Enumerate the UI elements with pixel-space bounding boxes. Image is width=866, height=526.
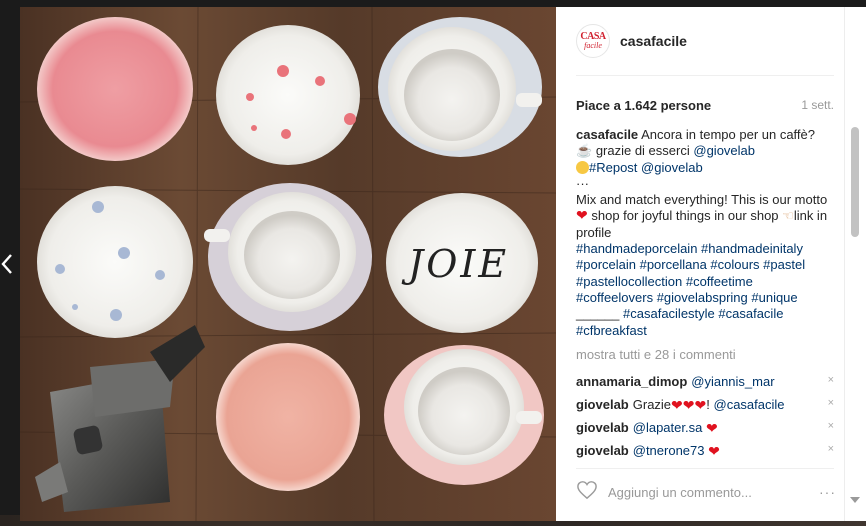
caption-hashtags[interactable]: #cfbreakfast xyxy=(576,323,838,339)
previous-post-button[interactable] xyxy=(0,252,14,276)
caption-hashtags[interactable]: #pastellocollection #coffeetime xyxy=(576,274,838,290)
close-icon[interactable]: × xyxy=(828,420,834,432)
pointing-hand-icon: ☜ xyxy=(782,208,794,224)
caption-hashtags[interactable]: #casafacilestyle #casafacile xyxy=(623,306,783,321)
comment-username[interactable]: annamaria_dimop xyxy=(576,374,687,389)
comment-row: giovelab @lapater.sa ❤ × xyxy=(576,416,836,439)
post-photo-illustration: JOIE xyxy=(20,7,556,521)
divider xyxy=(576,468,834,469)
red-heart-icon: ❤❤❤ xyxy=(671,396,707,413)
comment-username[interactable]: giovelab xyxy=(576,443,629,458)
red-heart-icon: ❤ xyxy=(705,419,718,436)
scrollbar-thumb[interactable] xyxy=(851,127,859,237)
photo-joie-text: JOIE xyxy=(401,242,509,286)
post-header: CASA facile casafacile xyxy=(576,23,828,59)
comment-mention[interactable]: @lapater.sa xyxy=(633,420,703,435)
comment-text: Grazie xyxy=(632,397,672,412)
comment-mention[interactable]: @yiannis_mar xyxy=(691,374,774,389)
comment-bar: ··· xyxy=(576,479,836,505)
red-heart-icon: ❤ xyxy=(576,207,588,224)
smile-icon xyxy=(576,160,589,174)
post-age[interactable]: 1 sett. xyxy=(801,98,834,112)
comment-text: ! xyxy=(706,397,710,412)
comment-input[interactable] xyxy=(608,484,798,500)
chevron-left-icon xyxy=(1,254,12,274)
caption-line1: Ancora in tempo per un caffè? xyxy=(641,127,816,142)
comment-username[interactable]: giovelab xyxy=(576,397,629,412)
caption-repost-tag[interactable]: #Repost xyxy=(589,160,637,175)
caption-mention[interactable]: @giovelab xyxy=(641,160,703,175)
close-icon[interactable]: × xyxy=(828,397,834,409)
show-all-comments-link[interactable]: mostra tutti e 28 i commenti xyxy=(576,347,736,362)
comment-row: giovelab @tnerone73 ❤ × xyxy=(576,439,836,462)
scrollbar[interactable] xyxy=(844,7,866,521)
caption-mention[interactable]: @giovelab xyxy=(693,143,755,158)
scroll-down-arrow-icon[interactable] xyxy=(850,497,860,503)
caption-ellipsis: ··· xyxy=(576,175,589,191)
red-heart-icon: ❤ xyxy=(708,442,720,459)
likes-row: Piace a 1.642 persone 1 sett. xyxy=(576,96,834,114)
comment-list: annamaria_dimop @yiannis_mar × giovelab … xyxy=(576,370,836,462)
caption-line2: grazie di esserci xyxy=(595,143,690,159)
caption-hashtags[interactable]: #porcelain #porcellana #colours #pastel xyxy=(576,257,838,273)
comment-mention[interactable]: @casafacile xyxy=(714,397,785,412)
heart-outline-icon[interactable] xyxy=(576,480,598,505)
comment-mention[interactable]: @tnerone73 xyxy=(633,443,705,458)
post-username[interactable]: casafacile xyxy=(620,33,687,49)
post-photo[interactable]: JOIE xyxy=(20,7,556,521)
caption-text: Mix and match everything! This is our mo… xyxy=(576,192,828,208)
avatar-text-bottom: facile xyxy=(584,41,602,50)
comment-row: giovelab Grazie ❤❤❤ ! @casafacile × xyxy=(576,393,836,416)
comment-row: annamaria_dimop @yiannis_mar × xyxy=(576,370,836,393)
caption-text: shop for joyful things in our shop xyxy=(591,208,779,224)
avatar[interactable]: CASA facile xyxy=(576,24,610,58)
close-icon[interactable]: × xyxy=(828,443,834,455)
coffee-cup-icon: ☕ xyxy=(576,143,593,159)
caption-hashtags[interactable]: #handmadeporcelain #handmadeinitaly xyxy=(576,241,838,257)
close-icon[interactable]: × xyxy=(828,374,834,386)
caption-username[interactable]: casafacile xyxy=(576,127,638,142)
caption-hashtags[interactable]: #coffeelovers #giovelabspring #unique xyxy=(576,290,838,306)
post-details-panel: CASA facile casafacile Piace a 1.642 per… xyxy=(556,7,844,521)
likes-count[interactable]: Piace a 1.642 persone xyxy=(576,98,711,113)
more-options-icon[interactable]: ··· xyxy=(819,484,836,500)
post-caption: casafacile Ancora in tempo per un caffè?… xyxy=(576,127,838,339)
comment-username[interactable]: giovelab xyxy=(576,420,629,435)
caption-underline: ______ xyxy=(576,306,620,322)
divider xyxy=(576,75,834,76)
